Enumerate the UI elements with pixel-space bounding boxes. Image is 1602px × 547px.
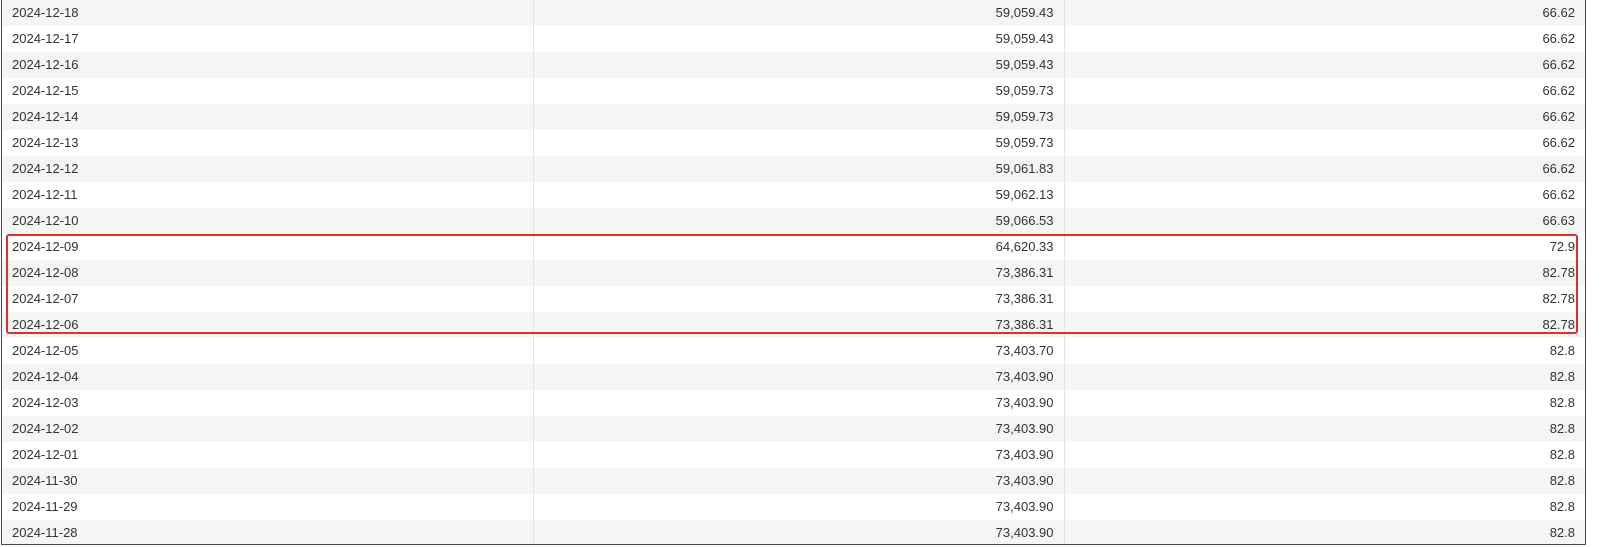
data-table-frame: 2024-12-18 59,059.43 66.62 2024-12-17 59,059… — [1, 0, 1586, 545]
rate-cell: 82.78 — [1064, 260, 1585, 286]
value-cell: 59,061.83 — [533, 156, 1065, 182]
rate-cell: 66.62 — [1064, 182, 1585, 208]
date-cell: 2024-12-04 — [2, 364, 534, 390]
value-cell: 59,059.43 — [533, 0, 1065, 26]
rate-cell: 82.78 — [1064, 312, 1585, 338]
date-cell: 2024-12-10 — [2, 208, 534, 234]
table-row: 2024-12-05 73,403.70 82.8 — [2, 338, 1585, 364]
table-row: 2024-12-13 59,059.73 66.62 — [2, 130, 1585, 156]
rate-cell: 82.78 — [1064, 286, 1585, 312]
value-cell: 59,066.53 — [533, 208, 1065, 234]
table-row: 2024-12-02 73,403.90 82.8 — [2, 416, 1585, 442]
value-cell: 73,403.90 — [533, 364, 1065, 390]
value-cell: 59,059.73 — [533, 130, 1065, 156]
table-row: 2024-11-30 73,403.90 82.8 — [2, 468, 1585, 494]
rate-cell: 82.8 — [1064, 338, 1585, 364]
rate-cell: 66.62 — [1064, 78, 1585, 104]
value-cell: 64,620.33 — [533, 234, 1065, 260]
value-cell: 73,386.31 — [533, 312, 1065, 338]
rate-cell: 66.62 — [1064, 130, 1585, 156]
value-cell: 73,386.31 — [533, 286, 1065, 312]
rate-cell: 66.62 — [1064, 0, 1585, 26]
date-cell: 2024-12-13 — [2, 130, 534, 156]
table-row: 2024-12-08 73,386.31 82.78 — [2, 260, 1585, 286]
rate-cell: 82.8 — [1064, 468, 1585, 494]
table-row: 2024-12-10 59,066.53 66.63 — [2, 208, 1585, 234]
date-cell: 2024-12-11 — [2, 182, 534, 208]
table-row: 2024-12-01 73,403.90 82.8 — [2, 442, 1585, 468]
value-cell: 59,059.43 — [533, 26, 1065, 52]
rate-cell: 66.62 — [1064, 156, 1585, 182]
date-cell: 2024-12-15 — [2, 78, 534, 104]
date-cell: 2024-12-16 — [2, 52, 534, 78]
rate-cell: 82.8 — [1064, 520, 1585, 544]
value-cell: 73,403.90 — [533, 442, 1065, 468]
value-cell: 73,403.90 — [533, 520, 1065, 544]
date-cell: 2024-12-09 — [2, 234, 534, 260]
date-cell: 2024-12-14 — [2, 104, 534, 130]
table-row: 2024-11-29 73,403.90 82.8 — [2, 494, 1585, 520]
table-row: 2024-12-18 59,059.43 66.62 — [2, 0, 1585, 26]
value-cell: 59,059.73 — [533, 104, 1065, 130]
value-cell: 73,386.31 — [533, 260, 1065, 286]
value-cell: 73,403.90 — [533, 494, 1065, 520]
value-cell: 59,062.13 — [533, 182, 1065, 208]
rate-cell: 72.9 — [1064, 234, 1585, 260]
rate-cell: 66.62 — [1064, 104, 1585, 130]
date-cell: 2024-11-30 — [2, 468, 534, 494]
rate-cell: 66.62 — [1064, 52, 1585, 78]
value-cell: 73,403.90 — [533, 416, 1065, 442]
table-row: 2024-12-11 59,062.13 66.62 — [2, 182, 1585, 208]
date-cell: 2024-12-05 — [2, 338, 534, 364]
table-row: 2024-12-12 59,061.83 66.62 — [2, 156, 1585, 182]
date-cell: 2024-12-01 — [2, 442, 534, 468]
value-cell: 59,059.43 — [533, 52, 1065, 78]
table-row: 2024-12-03 73,403.90 82.8 — [2, 390, 1585, 416]
table-row: 2024-12-04 73,403.90 82.8 — [2, 364, 1585, 390]
table-row: 2024-12-14 59,059.73 66.62 — [2, 104, 1585, 130]
rate-cell: 66.62 — [1064, 26, 1585, 52]
date-cell: 2024-12-12 — [2, 156, 534, 182]
table-row: 2024-12-16 59,059.43 66.62 — [2, 52, 1585, 78]
table-row: 2024-12-17 59,059.43 66.62 — [2, 26, 1585, 52]
date-cell: 2024-11-28 — [2, 520, 534, 544]
table-row: 2024-12-09 64,620.33 72.9 — [2, 234, 1585, 260]
value-cell: 73,403.90 — [533, 468, 1065, 494]
rate-cell: 82.8 — [1064, 390, 1585, 416]
date-cell: 2024-12-02 — [2, 416, 534, 442]
rate-cell: 82.8 — [1064, 364, 1585, 390]
table-row: 2024-12-15 59,059.73 66.62 — [2, 78, 1585, 104]
date-cell: 2024-12-18 — [2, 0, 534, 26]
table-row: 2024-12-07 73,386.31 82.78 — [2, 286, 1585, 312]
date-cell: 2024-12-17 — [2, 26, 534, 52]
data-table: 2024-12-18 59,059.43 66.62 2024-12-17 59,059… — [2, 0, 1585, 544]
rate-cell: 82.8 — [1064, 442, 1585, 468]
page-margin — [1586, 0, 1602, 547]
rate-cell: 82.8 — [1064, 494, 1585, 520]
value-cell: 73,403.70 — [533, 338, 1065, 364]
date-cell: 2024-12-08 — [2, 260, 534, 286]
date-cell: 2024-12-07 — [2, 286, 534, 312]
date-cell: 2024-12-03 — [2, 390, 534, 416]
table-body: 2024-12-18 59,059.43 66.62 2024-12-17 59,059… — [2, 0, 1585, 544]
value-cell: 73,403.90 — [533, 390, 1065, 416]
table-row: 2024-12-06 73,386.31 82.78 — [2, 312, 1585, 338]
value-cell: 59,059.73 — [533, 78, 1065, 104]
rate-cell: 66.63 — [1064, 208, 1585, 234]
date-cell: 2024-12-06 — [2, 312, 534, 338]
rate-cell: 82.8 — [1064, 416, 1585, 442]
date-cell: 2024-11-29 — [2, 494, 534, 520]
table-row: 2024-11-28 73,403.90 82.8 — [2, 520, 1585, 544]
